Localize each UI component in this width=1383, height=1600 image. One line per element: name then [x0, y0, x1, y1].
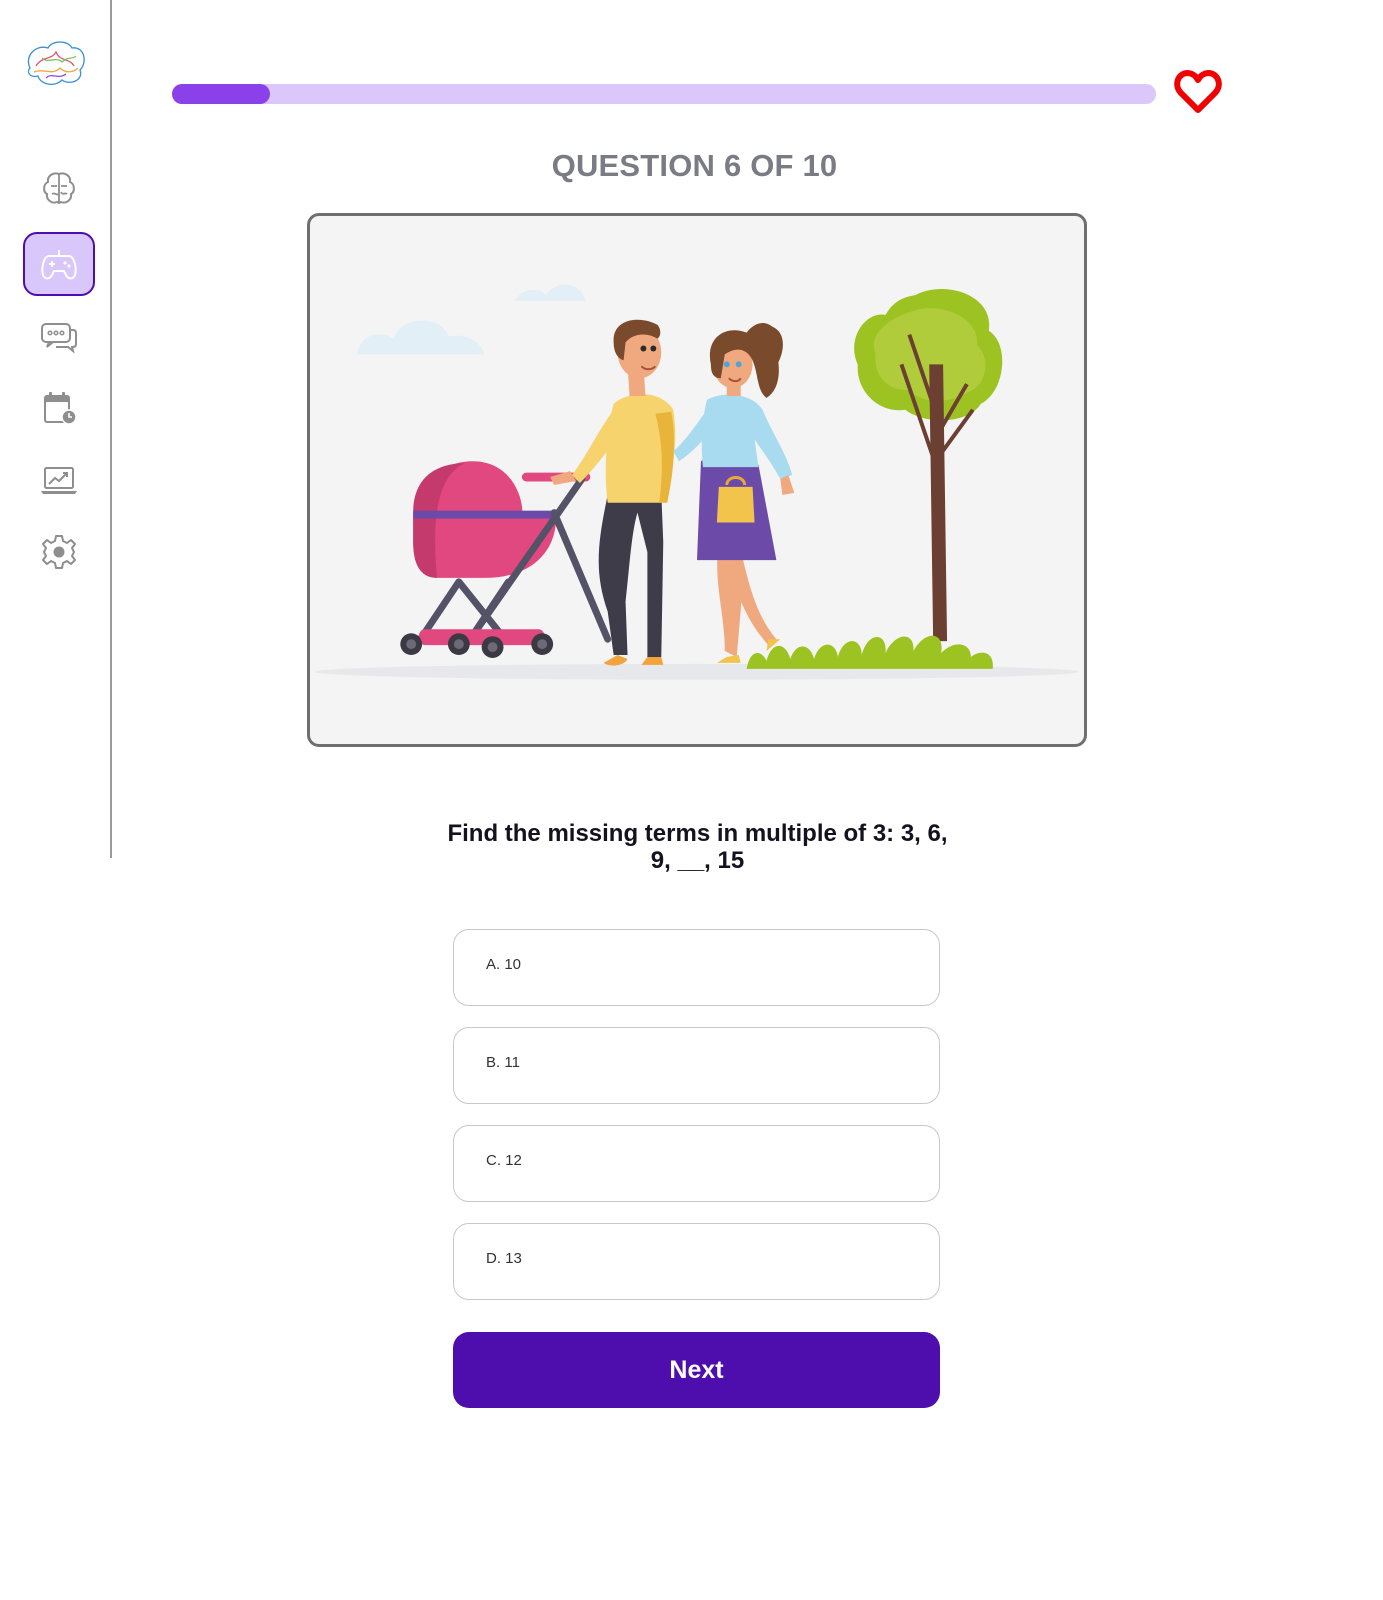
- gear-icon: [42, 535, 76, 569]
- nav-games[interactable]: [23, 232, 95, 296]
- nav-analytics[interactable]: [23, 448, 95, 512]
- answer-option-label: D. 13: [486, 1250, 522, 1267]
- calendar-clock-icon: [44, 392, 77, 425]
- heart-icon: [1173, 68, 1223, 116]
- sidebar: [0, 0, 112, 858]
- question-text: Find the missing terms in multiple of 3:…: [447, 820, 948, 874]
- next-button[interactable]: Next: [453, 1332, 940, 1408]
- answer-option-label: A. 10: [486, 956, 522, 973]
- answer-option-c[interactable]: C. 12: [453, 1125, 940, 1202]
- nav-settings[interactable]: [23, 520, 95, 584]
- question-counter: QUESTION 6 OF 10: [551, 148, 838, 183]
- answer-option-b[interactable]: B. 11: [453, 1027, 940, 1104]
- answer-option-label: C. 12: [486, 1152, 522, 1169]
- quiz-progress-bar: [172, 84, 1156, 104]
- family-stroller-illustration: [307, 213, 1087, 747]
- brain-logo[interactable]: [22, 38, 88, 88]
- analytics-laptop-icon: [41, 467, 77, 494]
- answer-option-label: B. 11: [486, 1054, 520, 1071]
- nav-schedule[interactable]: [23, 376, 95, 440]
- gamepad-icon: [41, 250, 77, 280]
- nav-chat[interactable]: [23, 304, 95, 368]
- quiz-progress-fill: [172, 84, 271, 104]
- answer-option-a[interactable]: A. 10: [453, 929, 940, 1006]
- chat-icon: [41, 323, 77, 354]
- answer-option-d[interactable]: D. 13: [453, 1223, 940, 1300]
